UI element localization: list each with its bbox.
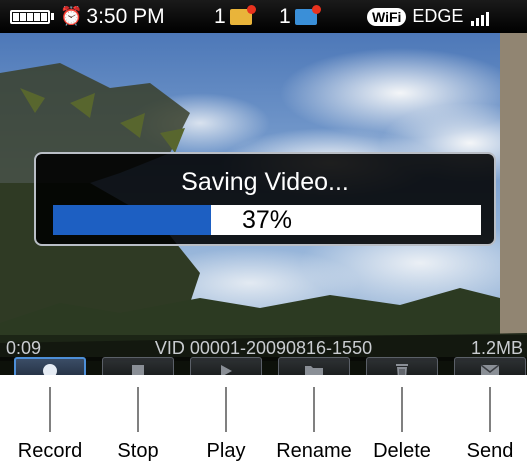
record-icon [43,364,57,375]
camera-toolbar [0,357,527,375]
status-time: 3:50 PM [86,5,165,28]
caption-stop: Stop [117,440,159,462]
rename-button[interactable] [278,357,350,375]
network-indicator: WiFi EDGE [367,0,490,33]
wifi-icon: WiFi [367,7,407,26]
caption-delete: Delete [373,440,431,462]
progress-bar: 37% [53,205,481,235]
phone-screen: ⏰ 3:50 PM 1 1 WiFi EDGE Saving Video... [0,0,527,375]
caption-record: Record [17,440,83,462]
envelope-icon [480,364,500,375]
mail-indicator[interactable]: 1 [279,0,321,33]
battery-icon [10,0,54,33]
caption-send: Send [466,440,514,462]
stop-icon [132,365,144,375]
stop-button[interactable] [102,357,174,375]
mail-count: 1 [279,5,291,28]
network-label: EDGE [412,6,464,26]
message-indicator[interactable]: 1 [214,0,256,33]
message-count: 1 [214,5,226,28]
play-icon [221,365,232,375]
play-button[interactable] [190,357,262,375]
clock: ⏰ 3:50 PM [60,0,165,33]
message-icon [229,4,256,25]
signal-icon [471,8,490,26]
alarm-clock-icon: ⏰ [60,6,83,26]
record-button[interactable] [14,357,86,375]
delete-button[interactable] [366,357,438,375]
progress-label: 37% [241,206,293,234]
send-button[interactable] [454,357,526,375]
caption-rename: Rename [276,440,352,462]
folder-icon [305,366,323,375]
trash-icon [396,364,408,375]
dialog-title: Saving Video... [181,168,349,196]
status-bar: ⏰ 3:50 PM 1 1 WiFi EDGE [0,0,527,33]
mail-icon [294,4,321,25]
saving-dialog: Saving Video... 37% [34,152,496,246]
caption-play: Play [206,440,246,462]
